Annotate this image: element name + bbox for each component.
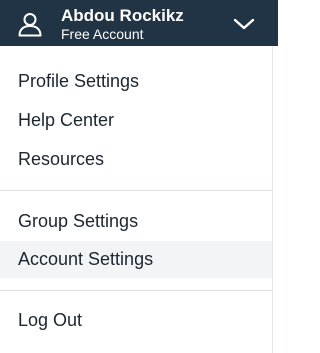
- user-icon: [18, 13, 42, 37]
- user-name: Abdou Rockikz: [61, 6, 184, 25]
- menu-item-group-settings[interactable]: Group Settings: [0, 203, 272, 240]
- chevron-down-icon[interactable]: [232, 16, 256, 32]
- menu-divider: [0, 290, 272, 291]
- scrollbar[interactable]: [272, 46, 278, 353]
- account-plan: Free Account: [61, 26, 144, 42]
- menu-divider: [0, 190, 272, 191]
- menu-item-resources[interactable]: Resources: [0, 141, 272, 178]
- account-header[interactable]: Abdou Rockikz Free Account: [0, 0, 278, 46]
- menu-item-log-out[interactable]: Log Out: [0, 302, 272, 339]
- account-dropdown-menu: Profile Settings Help Center Resources G…: [0, 46, 272, 353]
- menu-item-profile-settings[interactable]: Profile Settings: [0, 63, 272, 100]
- menu-item-help-center[interactable]: Help Center: [0, 102, 272, 139]
- menu-item-account-settings[interactable]: Account Settings: [0, 241, 272, 278]
